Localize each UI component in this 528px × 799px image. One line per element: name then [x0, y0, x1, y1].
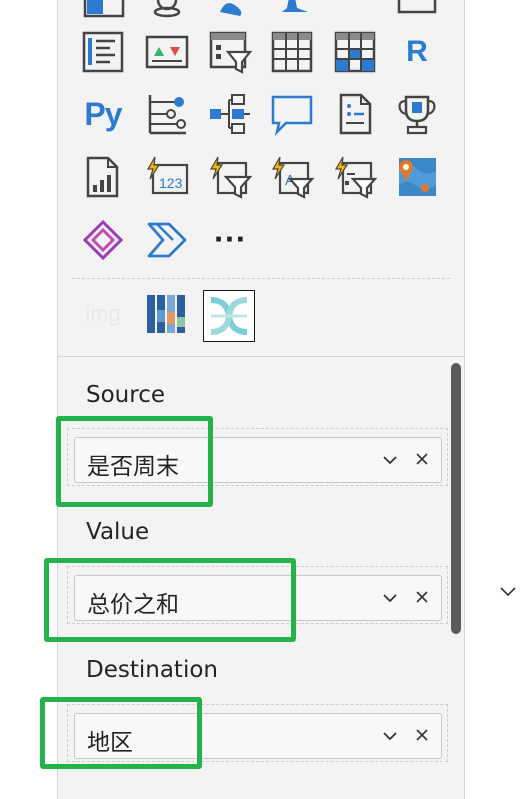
close-icon[interactable] [413, 588, 431, 606]
power-slicer-icon[interactable] [208, 155, 252, 199]
python-visual-label: Py [84, 95, 122, 132]
source-highlight-box [56, 416, 213, 507]
source-label: Source [86, 382, 165, 408]
azure-map-partial-icon[interactable] [208, 0, 252, 22]
decomposition-tree-icon[interactable] [208, 92, 252, 136]
python-visual-icon[interactable]: Py [81, 92, 125, 136]
map-pin-partial-icon[interactable] [145, 0, 189, 22]
table-icon[interactable] [270, 30, 314, 74]
paginated-report-icon[interactable] [81, 155, 125, 199]
svg-text:123: 123 [159, 175, 183, 191]
chevron-down-icon[interactable] [381, 451, 399, 469]
multirow-card-icon[interactable] [81, 30, 125, 74]
report-canvas-edge [0, 0, 57, 799]
arcgis-map-icon[interactable] [395, 155, 439, 199]
image-visual-icon[interactable]: img [81, 292, 125, 336]
slicer-icon[interactable] [208, 30, 252, 74]
smart-narrative-icon[interactable] [333, 92, 377, 136]
more-visuals-label: ··· [213, 225, 247, 255]
value-label: Value [86, 519, 150, 545]
r-visual-label: R [406, 35, 428, 68]
destination-label: Destination [86, 657, 218, 683]
narrative-partial-icon[interactable] [395, 0, 439, 22]
power-kpi-icon[interactable]: 123 [145, 155, 189, 199]
text-filter-icon[interactable]: A [270, 155, 314, 199]
star-partial-icon[interactable] [270, 0, 314, 22]
hierarchy-slicer-icon[interactable] [333, 155, 377, 199]
value-highlight-box [44, 558, 296, 642]
matrix-partial-icon[interactable] [82, 0, 126, 22]
chevron-down-icon[interactable] [381, 727, 399, 745]
key-influencers-icon[interactable] [145, 92, 189, 136]
power-automate-icon[interactable] [145, 218, 189, 262]
chevron-down-icon[interactable] [381, 589, 399, 607]
goals-icon[interactable] [395, 92, 439, 136]
r-visual-icon[interactable]: R [395, 30, 439, 74]
close-icon[interactable] [413, 450, 431, 468]
destination-highlight-box [40, 697, 202, 769]
matrix-icon[interactable] [333, 30, 377, 74]
pane-section-divider [58, 356, 464, 357]
sankey-chart-icon[interactable] [207, 294, 251, 338]
more-visuals-icon[interactable]: ··· [208, 218, 252, 262]
close-icon[interactable] [413, 726, 431, 744]
gallery-divider [72, 278, 450, 279]
collapsed-pane-strip [465, 0, 528, 799]
qa-icon[interactable] [270, 92, 314, 136]
stacked-bar-custom-icon[interactable] [145, 292, 189, 336]
kpi-icon[interactable] [145, 30, 189, 74]
power-apps-icon[interactable] [81, 218, 125, 262]
image-visual-label: img [85, 301, 121, 326]
chevron-down-icon[interactable] [498, 581, 518, 601]
pane-scrollbar[interactable] [451, 363, 461, 634]
